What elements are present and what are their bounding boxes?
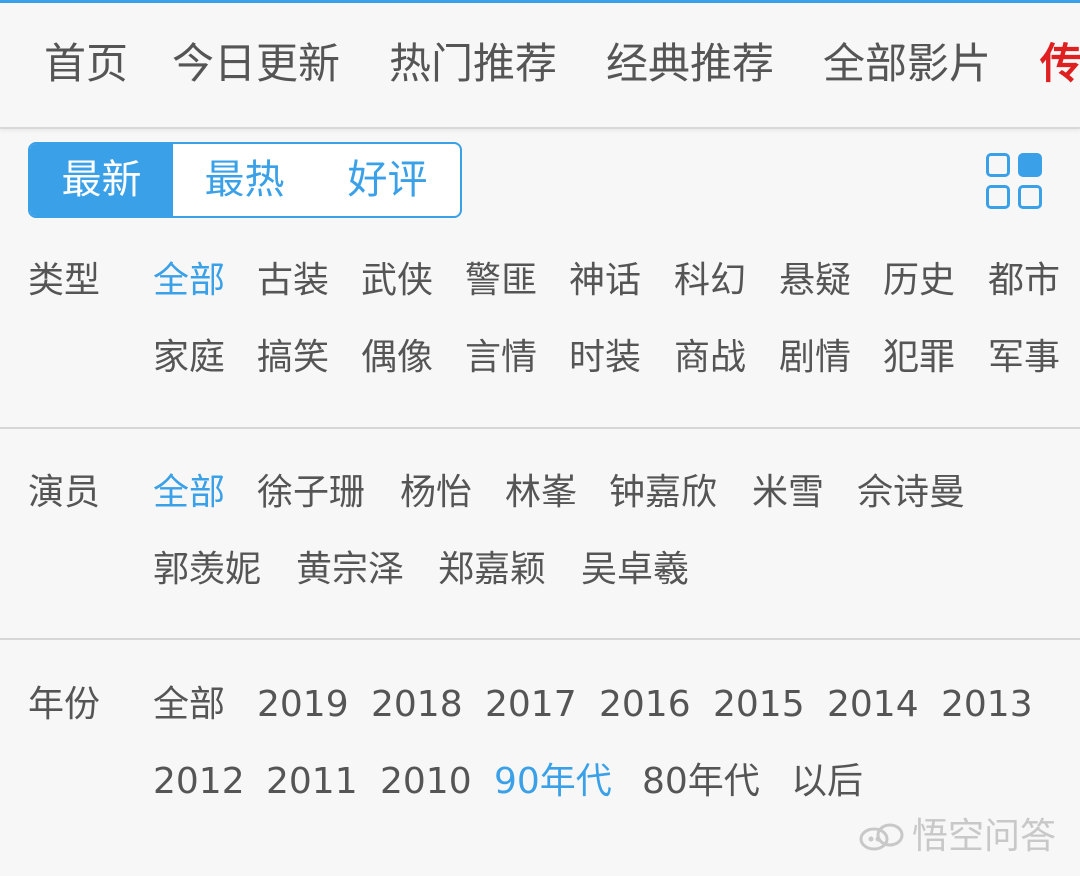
filter-chip-actor[interactable]: 钟嘉欣 [609,468,717,518]
grid-cell [1018,185,1042,209]
filter-chip-year[interactable]: 80年代 [642,757,760,807]
watermark-text: 悟空问答 [912,816,1057,857]
filter-chip-type[interactable]: 古装 [257,256,329,306]
wukong-logo-icon [859,823,904,851]
filter-chip-year[interactable]: 2019 [257,680,349,730]
filter-chip-year[interactable]: 2013 [941,680,1033,730]
filter-chip-actor[interactable]: 吴卓羲 [581,545,689,595]
filter-chip-actor[interactable]: 佘诗曼 [857,468,965,518]
nav-item-home[interactable]: 首页 [44,35,128,93]
filter-chip-year[interactable]: 2017 [485,680,577,730]
filter-chip-actor[interactable]: 徐子珊 [257,468,365,518]
nav-item-today-update[interactable]: 今日更新 [172,35,340,93]
filter-chip-actor[interactable]: 郑嘉颖 [438,545,546,595]
filter-chip-year[interactable]: 90年代 [494,757,612,807]
grid-view-icon[interactable] [986,153,1044,211]
filter-label-actor: 演员 [28,472,101,513]
filter-chip-type[interactable]: 科幻 [674,256,746,306]
grid-cell [986,185,1010,209]
filter-chip-year[interactable]: 2010 [380,757,472,807]
nav-item-cut-off[interactable]: 传 [1040,35,1080,93]
filter-chip-type[interactable]: 全部 [153,256,225,306]
sort-tab-group: 最新 最热 好评 [28,142,462,218]
filter-chip-actor[interactable]: 全部 [153,468,225,518]
filter-chip-type[interactable]: 军事 [988,333,1060,383]
filter-chip-actor[interactable]: 米雪 [752,468,824,518]
filter-chip-year[interactable]: 2012 [153,757,245,807]
filter-chip-type[interactable]: 言情 [465,333,537,383]
filter-chip-type[interactable]: 历史 [883,256,955,306]
grid-cell [986,153,1010,177]
filter-chip-type[interactable]: 时装 [569,333,641,383]
filter-chip-type[interactable]: 警匪 [465,256,537,306]
filter-label-year: 年份 [28,684,101,725]
filter-chip-year[interactable]: 全部 [153,680,225,730]
sort-tab-hottest[interactable]: 最热 [173,144,316,216]
filter-chip-type[interactable]: 搞笑 [257,333,329,383]
filter-chip-actor[interactable]: 杨怡 [400,468,472,518]
filter-chip-type[interactable]: 神话 [569,256,641,306]
filter-chip-year[interactable]: 以后 [791,757,863,807]
sort-tab-top-rated[interactable]: 好评 [316,144,459,216]
grid-cell [1018,153,1042,177]
filter-chip-type[interactable]: 家庭 [153,333,225,383]
top-nav-bar: 首页 今日更新 热门推荐 经典推荐 全部影片 传 [0,3,1080,129]
filter-chip-year[interactable]: 2015 [713,680,805,730]
nav-item-hot-recommend[interactable]: 热门推荐 [389,35,557,93]
nav-item-classic-recommend[interactable]: 经典推荐 [606,35,774,93]
filter-chip-type[interactable]: 剧情 [779,333,851,383]
filter-chip-type[interactable]: 犯罪 [883,333,955,383]
filter-chip-actor[interactable]: 郭羡妮 [153,545,261,595]
watermark: 悟空问答 [858,812,1056,862]
filter-chip-actor[interactable]: 黄宗泽 [296,545,404,595]
filter-chip-year[interactable]: 2018 [371,680,463,730]
filter-chip-type[interactable]: 偶像 [361,333,433,383]
filter-chip-year[interactable]: 2014 [827,680,919,730]
filter-chip-type[interactable]: 都市 [988,256,1060,306]
filter-label-type: 类型 [28,260,101,301]
filter-chip-type[interactable]: 武侠 [361,256,433,306]
filter-chip-type[interactable]: 悬疑 [779,256,851,306]
filter-chip-year[interactable]: 2011 [266,757,358,807]
filter-chip-actor[interactable]: 林峯 [505,468,577,518]
section-divider [0,427,1080,429]
nav-item-all-movies[interactable]: 全部影片 [823,35,991,93]
sort-tab-newest[interactable]: 最新 [30,144,173,216]
filter-chip-year[interactable]: 2016 [599,680,691,730]
filter-chip-type[interactable]: 商战 [674,333,746,383]
section-divider [0,638,1080,640]
